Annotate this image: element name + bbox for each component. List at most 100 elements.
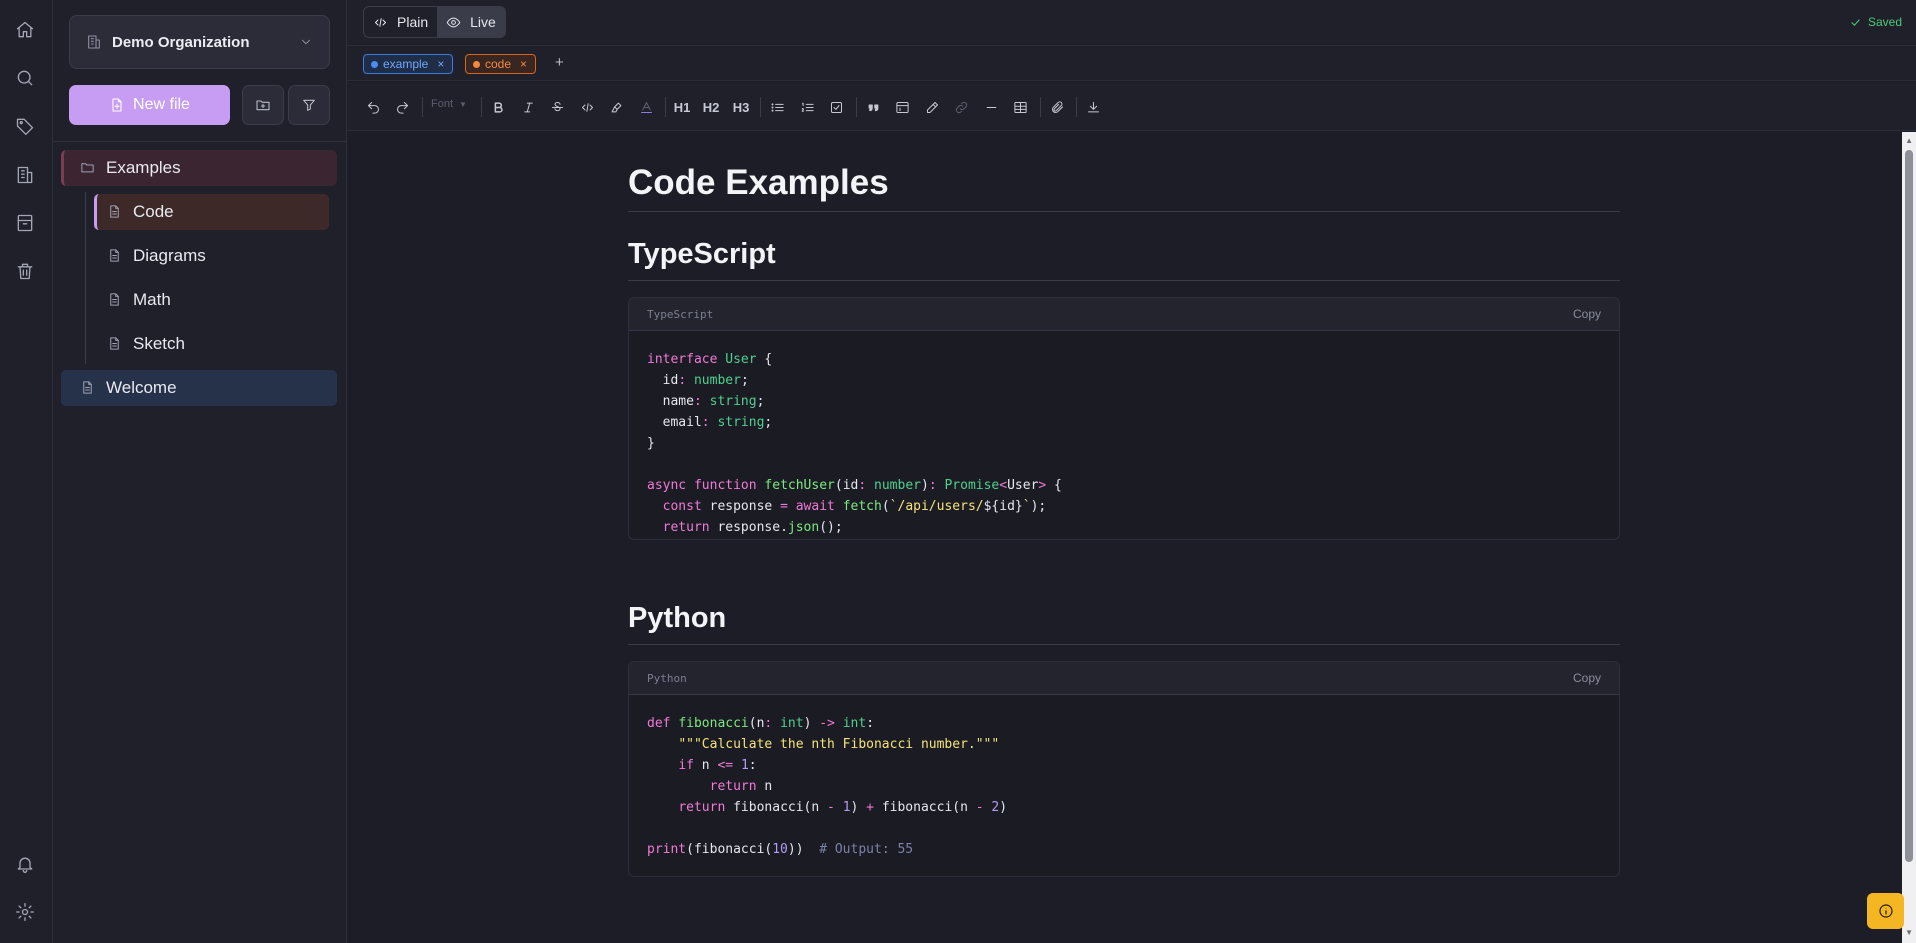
- heading-1-button[interactable]: H1: [672, 97, 692, 117]
- link-button[interactable]: [951, 97, 971, 117]
- search-icon[interactable]: [14, 67, 36, 89]
- gear-icon[interactable]: [14, 901, 36, 923]
- bell-icon[interactable]: [14, 853, 36, 875]
- bold-button[interactable]: [488, 97, 508, 117]
- save-status-label: Saved: [1867, 15, 1902, 29]
- tree-file-sketch[interactable]: Sketch: [94, 326, 329, 362]
- file-icon: [107, 336, 123, 352]
- draw-button[interactable]: [922, 97, 942, 117]
- redo-button[interactable]: [392, 97, 412, 117]
- italic-icon: [523, 102, 533, 112]
- building-icon: [86, 34, 102, 50]
- code-language-label: Python: [647, 671, 687, 685]
- close-icon[interactable]: ×: [520, 57, 527, 71]
- text-color-button[interactable]: [636, 97, 656, 117]
- tree-folder-examples[interactable]: Examples: [61, 150, 337, 186]
- link-icon: [955, 101, 967, 113]
- section-heading-python: Python: [628, 602, 727, 634]
- app-window: Demo Organization New file Examples Code…: [0, 0, 1916, 943]
- organization-name: Demo Organization: [112, 33, 250, 51]
- live-mode-button[interactable]: Live: [437, 7, 505, 37]
- code-block-button[interactable]: [892, 97, 912, 117]
- tag-label: code: [485, 57, 512, 71]
- archive-icon[interactable]: [14, 212, 36, 234]
- tree-file-math[interactable]: Math: [94, 282, 329, 318]
- building-icon[interactable]: [14, 164, 36, 186]
- table-button[interactable]: [1010, 97, 1030, 117]
- paperclip-icon: [1051, 100, 1063, 113]
- tree-file-code[interactable]: Code: [94, 194, 329, 230]
- font-select[interactable]: Font ▼: [431, 98, 467, 110]
- strikethrough-button[interactable]: [547, 97, 567, 117]
- close-icon[interactable]: ×: [437, 57, 444, 71]
- download-icon: [1087, 101, 1099, 112]
- plain-mode-button[interactable]: Plain: [364, 7, 437, 37]
- info-icon: [1878, 904, 1893, 918]
- tag-color-dot: [473, 60, 480, 68]
- undo-button[interactable]: [363, 97, 383, 117]
- heading-underline: [628, 644, 1620, 645]
- highlight-button[interactable]: [606, 97, 626, 117]
- plain-mode-label: Plain: [397, 14, 429, 30]
- tag-example[interactable]: example ×: [363, 54, 454, 74]
- filter-button[interactable]: [288, 85, 330, 125]
- pencil-icon: [926, 101, 938, 113]
- code-block-typescript[interactable]: TypeScript Copy interface User { id: num…: [628, 297, 1620, 540]
- tag-color-dot: [371, 60, 378, 68]
- numbered-list-icon: [801, 102, 814, 112]
- info-button[interactable]: [1867, 893, 1904, 929]
- heading-underline: [628, 211, 1620, 212]
- bold-icon: [494, 101, 503, 113]
- text-color-icon: [640, 101, 652, 113]
- heading-2-button[interactable]: H2: [701, 97, 721, 117]
- toolbar-divider: [665, 97, 666, 117]
- editor-main: Plain Live Saved example × code × + Font…: [347, 0, 1916, 943]
- tag-code[interactable]: code ×: [465, 54, 537, 74]
- file-plus-icon: [109, 97, 125, 113]
- heading-3-button[interactable]: H3: [731, 97, 751, 117]
- code-content[interactable]: def fibonacci(n: int) -> int: """Calcula…: [629, 695, 1619, 860]
- toolbar-divider: [422, 97, 423, 117]
- add-tag-button[interactable]: +: [555, 54, 564, 71]
- eye-icon: [446, 17, 461, 27]
- tree-file-label: Diagrams: [133, 246, 206, 265]
- quote-icon: [868, 104, 878, 111]
- home-icon[interactable]: [14, 19, 36, 41]
- strikethrough-icon: [551, 101, 563, 111]
- blockquote-button[interactable]: [863, 97, 883, 117]
- new-file-button[interactable]: New file: [69, 85, 230, 125]
- numbered-list-button[interactable]: [797, 97, 817, 117]
- scrollbar-thumb[interactable]: [1905, 150, 1913, 862]
- organization-switcher[interactable]: Demo Organization: [69, 15, 330, 69]
- toolbar-divider: [856, 97, 857, 117]
- minus-icon: [986, 106, 996, 108]
- italic-button[interactable]: [518, 97, 538, 117]
- chevron-down-icon: ▼: [459, 99, 467, 109]
- copy-code-button[interactable]: Copy: [1573, 307, 1601, 321]
- tree-file-welcome[interactable]: Welcome: [61, 370, 337, 406]
- task-list-button[interactable]: [826, 97, 846, 117]
- tree-file-diagrams[interactable]: Diagrams: [94, 238, 329, 274]
- code-block-header: Python Copy: [629, 662, 1619, 695]
- tag-icon[interactable]: [14, 115, 36, 137]
- filter-icon: [301, 97, 317, 113]
- horizontal-rule-button[interactable]: [981, 97, 1001, 117]
- download-button[interactable]: [1083, 97, 1103, 117]
- scroll-down-arrow[interactable]: ▼: [1905, 928, 1913, 937]
- font-select-label: Font: [431, 98, 454, 110]
- file-icon: [107, 248, 123, 264]
- code-content[interactable]: interface User { id: number; name: strin…: [629, 331, 1619, 539]
- scroll-up-arrow[interactable]: ▲: [1905, 136, 1913, 145]
- check-icon: [1851, 18, 1860, 26]
- trash-icon[interactable]: [14, 260, 36, 282]
- copy-code-button[interactable]: Copy: [1573, 671, 1601, 685]
- bullet-list-button[interactable]: [767, 97, 787, 117]
- editor-content[interactable]: Code Examples TypeScript TypeScript Copy…: [347, 132, 1916, 943]
- attachment-button[interactable]: [1047, 97, 1067, 117]
- view-mode-toggle: Plain Live: [363, 6, 506, 38]
- inline-code-button[interactable]: [577, 97, 597, 117]
- code-block-icon: [895, 101, 909, 113]
- editor-topbar: Plain Live Saved: [347, 0, 1916, 46]
- code-block-python[interactable]: Python Copy def fibonacci(n: int) -> int…: [628, 661, 1620, 877]
- new-folder-button[interactable]: [242, 85, 284, 125]
